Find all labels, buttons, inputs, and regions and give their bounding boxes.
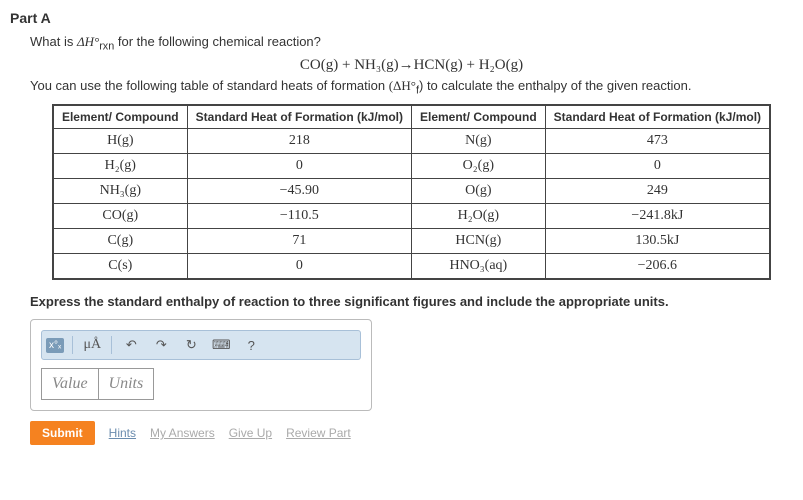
hints-link[interactable]: Hints xyxy=(109,426,136,440)
table-header-row: Element/ Compound Standard Heat of Forma… xyxy=(53,105,770,129)
question-text: What is ΔH°rxn for the following chemica… xyxy=(30,34,793,53)
q-var: ΔH° xyxy=(77,34,99,49)
cell: 0 xyxy=(187,254,411,280)
cell: −206.6 xyxy=(545,254,770,280)
review-part-link[interactable]: Review Part xyxy=(286,426,351,440)
cell: CO(g) xyxy=(53,204,187,229)
help-icon[interactable]: ? xyxy=(240,335,262,355)
cell: HNO₃(aq) xyxy=(412,254,546,280)
cell: NH₃(g) xyxy=(53,179,187,204)
cell: O₂(g) xyxy=(412,154,546,179)
part-label: Part A xyxy=(10,10,793,26)
reset-icon[interactable]: ↻ xyxy=(180,335,202,355)
cell: H(g) xyxy=(53,129,187,154)
template-icon[interactable]: x°ₓ xyxy=(46,338,64,353)
cell: C(g) xyxy=(53,229,187,254)
st-post: ) to calculate the enthalpy of the given… xyxy=(419,78,691,93)
cell: 71 xyxy=(187,229,411,254)
table-row: C(s)0HNO₃(aq)−206.6 xyxy=(53,254,770,280)
st-var: (ΔH° xyxy=(389,78,416,93)
table-row: H₂(g)0O₂(g)0 xyxy=(53,154,770,179)
footer: Submit Hints My Answers Give Up Review P… xyxy=(30,421,793,445)
table-row: H(g)218N(g)473 xyxy=(53,129,770,154)
input-row: Value Units xyxy=(41,368,361,400)
undo-icon[interactable]: ↶ xyxy=(120,335,142,355)
cell: 218 xyxy=(187,129,411,154)
cell: 0 xyxy=(187,154,411,179)
submit-button[interactable]: Submit xyxy=(30,421,95,445)
separator xyxy=(111,336,112,354)
q-sub: rxn xyxy=(99,41,114,53)
table-row: NH₃(g)−45.90O(g)249 xyxy=(53,179,770,204)
heats-table: Element/ Compound Standard Heat of Forma… xyxy=(52,104,771,280)
cell: −241.8kJ xyxy=(545,204,770,229)
my-answers-link[interactable]: My Answers xyxy=(150,426,215,440)
cell: C(s) xyxy=(53,254,187,280)
equation: CO(g) + NH₃(g)→HCN(g) + H₂O(g) xyxy=(30,57,793,74)
table-row: CO(g)−110.5H₂O(g)−241.8kJ xyxy=(53,204,770,229)
give-up-link[interactable]: Give Up xyxy=(229,426,272,440)
th1: Element/ Compound xyxy=(53,105,187,129)
th4: Standard Heat of Formation (kJ/mol) xyxy=(545,105,770,129)
units-input[interactable]: Units xyxy=(98,368,155,400)
th2: Standard Heat of Formation (kJ/mol) xyxy=(187,105,411,129)
cell: 249 xyxy=(545,179,770,204)
toolbar: x°ₓ μÅ ↶ ↷ ↻ ⌨ ? xyxy=(41,330,361,360)
units-button[interactable]: μÅ xyxy=(81,335,103,355)
cell: HCN(g) xyxy=(412,229,546,254)
cell: 130.5kJ xyxy=(545,229,770,254)
keyboard-icon[interactable]: ⌨ xyxy=(210,335,232,355)
instruction: Express the standard enthalpy of reactio… xyxy=(30,294,793,309)
cell: 0 xyxy=(545,154,770,179)
cell: −45.90 xyxy=(187,179,411,204)
cell: −110.5 xyxy=(187,204,411,229)
separator xyxy=(72,336,73,354)
cell: H₂(g) xyxy=(53,154,187,179)
cell: 473 xyxy=(545,129,770,154)
st-pre: You can use the following table of stand… xyxy=(30,78,389,93)
subtext: You can use the following table of stand… xyxy=(30,78,793,97)
table-row: C(g)71HCN(g)130.5kJ xyxy=(53,229,770,254)
cell: O(g) xyxy=(412,179,546,204)
answer-box: x°ₓ μÅ ↶ ↷ ↻ ⌨ ? Value Units xyxy=(30,319,372,411)
q-pre: What is xyxy=(30,34,77,49)
value-input[interactable]: Value xyxy=(41,368,98,400)
th3: Element/ Compound xyxy=(412,105,546,129)
q-post: for the following chemical reaction? xyxy=(114,34,321,49)
cell: H₂O(g) xyxy=(412,204,546,229)
cell: N(g) xyxy=(412,129,546,154)
redo-icon[interactable]: ↷ xyxy=(150,335,172,355)
